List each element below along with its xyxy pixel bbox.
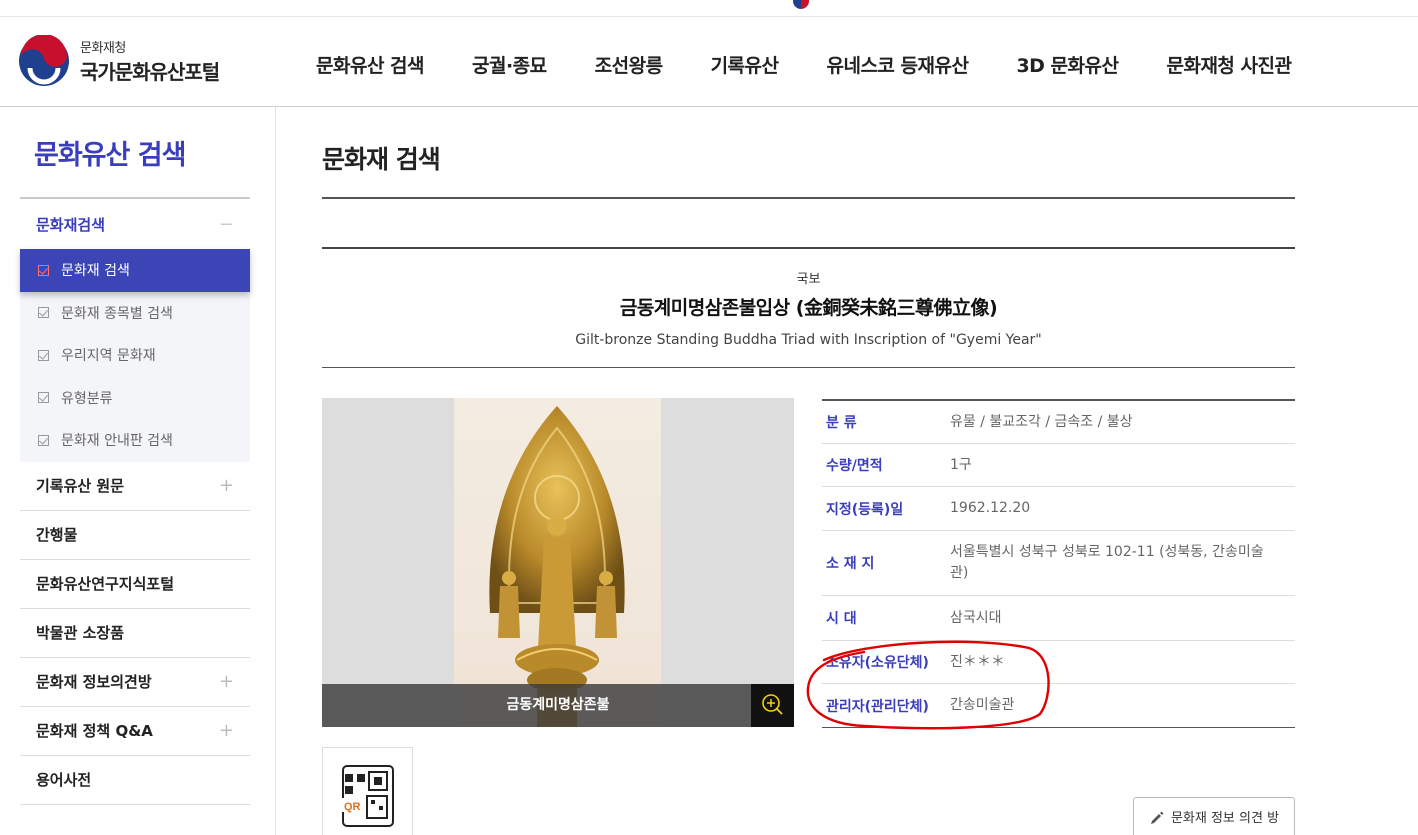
red-annotation-circle	[806, 640, 1050, 730]
info-value: 서울특별시 성북구 성북로 102-11 (성북동, 간송미술관)	[950, 544, 1264, 581]
heritage-photo[interactable]: 금동계미명삼존불	[322, 398, 794, 727]
checkbox-icon	[38, 392, 49, 404]
checkbox-icon	[38, 434, 49, 446]
sidebar-item-label: 우리지역 문화재	[61, 348, 156, 365]
portal-name: 국가문화유산포털	[80, 60, 220, 84]
qr-label: QR	[344, 801, 361, 813]
info-label: 분 류	[826, 415, 857, 431]
heritage-heading: 국보 금동계미명삼존불입상 (金銅癸未銘三尊佛立像) Gilt-bronze S…	[322, 249, 1295, 368]
sidebar-item-local-heritage[interactable]: 우리지역 문화재	[20, 334, 250, 377]
sidebar-item-glossary[interactable]: 용어사전	[20, 756, 250, 805]
checkbox-icon	[38, 264, 49, 276]
utility-links	[793, 0, 809, 9]
nav-palaces[interactable]: 궁궐·종묘	[472, 51, 547, 78]
qr-code-button[interactable]: QR	[322, 747, 413, 835]
info-value: 유물 / 불교조각 / 금속조 / 불상	[950, 413, 1133, 430]
taegeuk-emblem-icon	[19, 35, 69, 86]
sidebar-title: 문화유산 검색	[34, 140, 186, 171]
nav-3d-heritage[interactable]: 3D 문화유산	[1016, 51, 1119, 78]
sidebar-item-opinion-room[interactable]: 문화재 정보의견방 +	[20, 658, 250, 707]
site-logo[interactable]: 문화재청 국가문화유산포털	[18, 35, 220, 87]
expand-icon[interactable]: +	[219, 475, 234, 496]
info-label: 소 재 지	[826, 556, 875, 572]
info-row-era: 시 대 삼국시대	[822, 596, 1295, 641]
sidebar-group-heritage-search[interactable]: 문화재검색 −	[20, 199, 250, 249]
sidebar-item-signboard-search[interactable]: 문화재 안내판 검색	[20, 419, 250, 462]
qr-code-icon: QR	[341, 765, 394, 827]
gov-emblem-icon	[793, 0, 809, 9]
global-nav: 문화유산 검색 궁궐·종묘 조선왕릉 기록유산 유네스코 등재유산 3D 문화유…	[316, 51, 1292, 79]
sidebar-item-heritage-search[interactable]: 문화재 검색	[20, 249, 250, 292]
nav-heritage-search[interactable]: 문화유산 검색	[316, 51, 425, 79]
info-value: 1구	[950, 456, 972, 473]
org-name: 문화재청	[80, 41, 126, 56]
sidebar-item-label: 간행물	[36, 526, 78, 544]
info-row-quantity: 수량/면적 1구	[822, 444, 1295, 487]
collapse-icon[interactable]: −	[219, 214, 234, 235]
info-row-location: 소 재 지 서울특별시 성북구 성북로 102-11 (성북동, 간송미술관)	[822, 531, 1295, 596]
sidebar-item-publications[interactable]: 간행물	[20, 511, 250, 560]
sidebar: 문화유산 검색 문화재검색 − 문화재 검색 문화재 종목별 검색 우리지역 문…	[0, 107, 276, 835]
nav-unesco[interactable]: 유네스코 등재유산	[826, 51, 968, 78]
sidebar-item-label: 용어사전	[36, 771, 92, 789]
sidebar-item-label: 문화재 안내판 검색	[61, 433, 173, 450]
sidebar-item-label: 박물관 소장품	[36, 624, 125, 642]
top-utility-bar	[0, 0, 1418, 17]
sidebar-item-label: 유형분류	[61, 390, 113, 407]
heritage-name-english: Gilt-bronze Standing Buddha Triad with I…	[575, 332, 1042, 348]
info-value: 1962.12.20	[950, 500, 1031, 516]
page-title: 문화재 검색	[322, 145, 441, 174]
info-label: 시 대	[826, 611, 857, 627]
photo-caption-bar: 금동계미명삼존불	[322, 684, 794, 727]
sidebar-submenu: 문화재 검색 문화재 종목별 검색 우리지역 문화재 유형분류 문화재 안내판 …	[20, 249, 250, 462]
sidebar-item-label: 기록유산 원문	[36, 477, 125, 495]
info-value: 삼국시대	[950, 609, 1002, 626]
opinion-button-label: 문화재 정보 의견 방	[1170, 811, 1280, 826]
nav-photo-gallery[interactable]: 문화재청 사진관	[1166, 51, 1291, 78]
sidebar-item-type-class[interactable]: 유형분류	[20, 377, 250, 420]
sidebar-item-label: 문화재 검색	[61, 263, 130, 280]
sidebar-item-policy-qa[interactable]: 문화재 정책 Q&A +	[20, 707, 250, 756]
checkbox-icon	[38, 307, 49, 319]
nav-documentary-heritage[interactable]: 기록유산	[711, 51, 779, 78]
sidebar-item-label: 문화재 종목별 검색	[61, 305, 173, 322]
heritage-name: 금동계미명삼존불입상 (金銅癸未銘三尊佛立像)	[619, 297, 998, 319]
nav-royal-tombs[interactable]: 조선왕릉	[595, 51, 663, 78]
sidebar-item-by-category[interactable]: 문화재 종목별 검색	[20, 292, 250, 335]
sidebar-item-museum-collection[interactable]: 박물관 소장품	[20, 609, 250, 658]
expand-icon[interactable]: +	[219, 720, 234, 741]
zoom-in-button[interactable]	[751, 684, 794, 727]
expand-icon[interactable]: +	[219, 671, 234, 692]
sidebar-item-label: 문화재 정보의견방	[36, 673, 152, 691]
photo-caption: 금동계미명삼존불	[506, 697, 610, 713]
divider	[322, 197, 1295, 199]
buddha-statue-image	[454, 398, 661, 727]
info-label: 지정(등록)일	[826, 501, 904, 518]
sidebar-group-label: 문화재검색	[36, 215, 106, 234]
info-label: 수량/면적	[826, 458, 883, 474]
sidebar-item-records-original[interactable]: 기록유산 원문 +	[20, 462, 250, 511]
sidebar-item-label: 문화재 정책 Q&A	[36, 722, 153, 740]
heritage-category: 국보	[796, 272, 821, 287]
pencil-icon	[1150, 811, 1164, 824]
checkbox-icon	[38, 349, 49, 361]
sidebar-menu: 문화재검색 − 문화재 검색 문화재 종목별 검색 우리지역 문화재 유형분류	[20, 197, 250, 805]
info-row-designation-date: 지정(등록)일 1962.12.20	[822, 487, 1295, 531]
zoom-in-icon	[762, 694, 783, 715]
heritage-opinion-button[interactable]: 문화재 정보 의견 방	[1133, 797, 1295, 835]
site-header: 문화재청 국가문화유산포털 문화유산 검색 궁궐·종묘 조선왕릉 기록유산 유네…	[0, 17, 1418, 107]
info-row-classification: 분 류 유물 / 불교조각 / 금속조 / 불상	[822, 401, 1295, 444]
sidebar-item-research-portal[interactable]: 문화유산연구지식포털	[20, 560, 250, 609]
sidebar-item-label: 문화유산연구지식포털	[36, 575, 175, 593]
